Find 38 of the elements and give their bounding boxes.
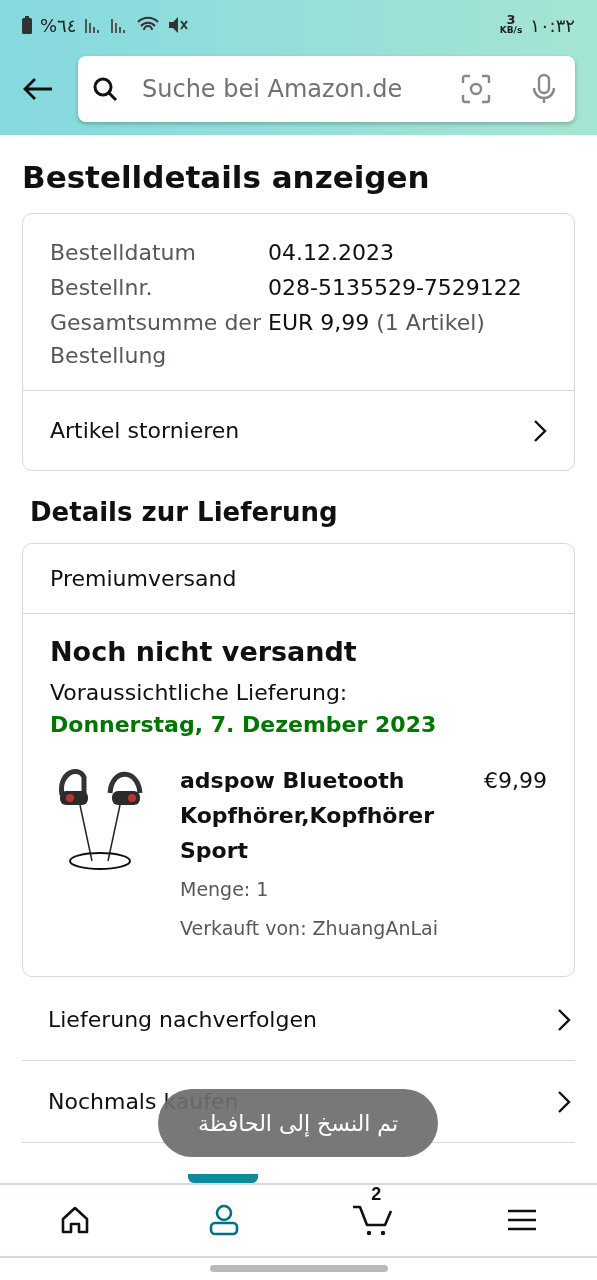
- selected-indicator: [188, 1174, 259, 1183]
- delivery-date: Donnerstag, 7. Dezember 2023: [50, 711, 438, 739]
- battery-percent: %٦٤: [40, 14, 77, 36]
- home-icon: [59, 1206, 90, 1234]
- shipping-method: Premiumversand: [23, 544, 574, 614]
- shipment-status: Noch nicht versandt: [50, 636, 358, 667]
- product-price: €9,99: [484, 767, 547, 795]
- nav-tab[interactable]: 2: [298, 1174, 448, 1256]
- clock: ١٠:٣٢: [530, 14, 575, 36]
- quantity: Menge: 1: [180, 877, 270, 902]
- order-value: EUR 9,99 (1 Artikel): [268, 309, 486, 337]
- network-speed: 3 KB/s: [499, 15, 523, 35]
- chevron-right-icon: [533, 418, 547, 443]
- battery-icon: [22, 16, 32, 34]
- menu-icon: [507, 1208, 538, 1232]
- list-link[interactable]: Lieferung nachverfolgen: [22, 979, 575, 1061]
- cart-icon: [352, 1204, 395, 1236]
- chevron-right-icon: [557, 1089, 571, 1114]
- microphone-icon[interactable]: [531, 73, 557, 105]
- seller: Verkauft von: ZhuangAnLai: [180, 916, 439, 941]
- search-bar[interactable]: Suche bei Amazon.de: [78, 56, 575, 122]
- chevron-right-icon: [557, 1007, 571, 1032]
- page-title: Bestelldetails anzeigen: [22, 159, 431, 195]
- order-label: Gesamtsumme der Bestellung: [50, 309, 262, 370]
- order-label: Bestelldatum: [50, 239, 197, 267]
- mute-icon: [168, 16, 189, 34]
- cancel-items-link[interactable]: Artikel stornieren: [23, 390, 574, 470]
- camera-scan-icon[interactable]: [461, 74, 491, 104]
- order-label: Bestellnr.: [50, 274, 154, 302]
- order-value: 028-5135529-7529122: [268, 274, 523, 302]
- product-name[interactable]: adspow Bluetooth Kopfhörer,Kopfhörer Sport: [180, 763, 458, 868]
- delivery-label: Voraussichtliche Lieferung:: [50, 679, 349, 707]
- section-heading: Details zur Lieferung: [30, 497, 339, 527]
- search-icon: [92, 76, 118, 102]
- back-arrow-icon[interactable]: [22, 77, 54, 101]
- order-value: 04.12.2023: [268, 239, 395, 267]
- cart-count: 2: [371, 1184, 382, 1205]
- person-icon: [207, 1204, 240, 1236]
